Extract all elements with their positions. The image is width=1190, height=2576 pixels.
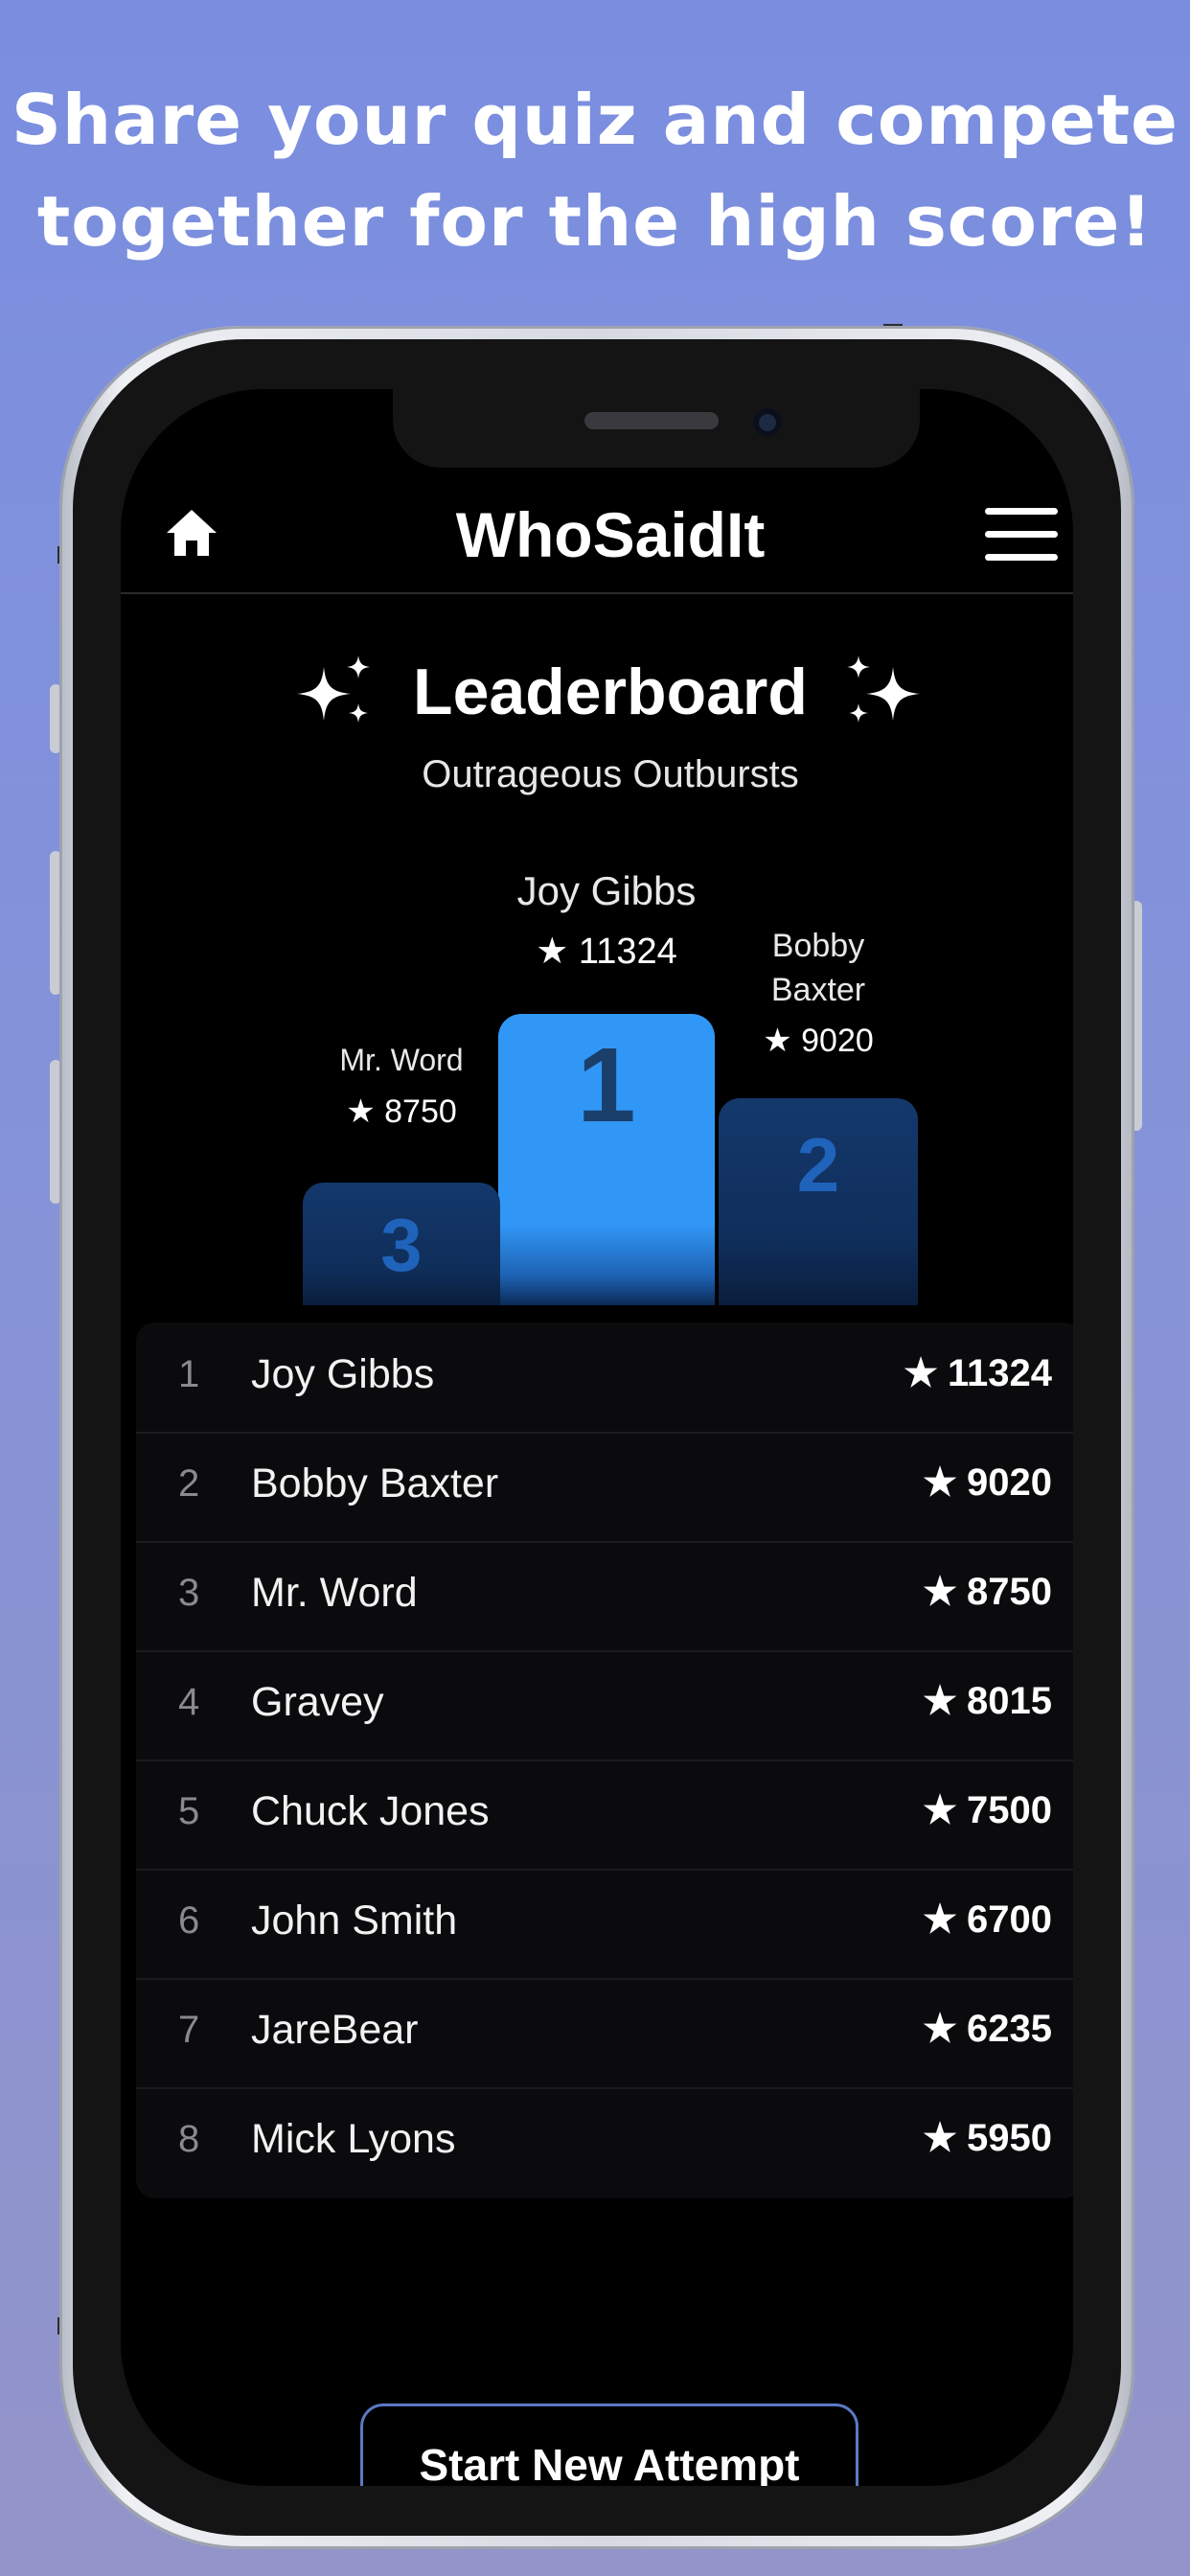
list-item[interactable]: 8 Mick Lyons ★ 5950 xyxy=(136,2087,1073,2196)
leaderboard-heading: Leaderboard xyxy=(121,650,1073,730)
podium-block-first: 1 xyxy=(498,1014,715,1305)
star-icon: ★ xyxy=(923,1898,958,1941)
player-name: John Smith xyxy=(251,1898,458,1944)
player-score: ★ 11324 xyxy=(904,1352,1052,1394)
star-icon: ★ xyxy=(923,2117,958,2159)
player-name: Gravey xyxy=(251,1679,384,1725)
hamburger-menu-icon[interactable] xyxy=(985,508,1058,562)
player-name: Joy Gibbs xyxy=(251,1351,435,1397)
sparkles-icon xyxy=(297,656,371,724)
star-icon: ★ xyxy=(923,1461,958,1504)
podium-second-name-line2: Baxter xyxy=(770,972,866,1008)
list-item[interactable]: 2 Bobby Baxter ★ 9020 xyxy=(136,1432,1073,1543)
player-name: Bobby Baxter xyxy=(251,1460,499,1506)
promo-line-2: together for the high score! xyxy=(36,181,1154,262)
rank-number: 1 xyxy=(178,1353,200,1395)
star-icon: ★ xyxy=(923,2008,958,2050)
front-camera xyxy=(753,408,782,437)
rank-number: 5 xyxy=(178,1790,200,1832)
app-header: WhoSaidIt xyxy=(121,473,1073,594)
quiz-name: Outrageous Outbursts xyxy=(422,753,799,795)
podium-block-second: 2 xyxy=(719,1098,918,1305)
rank-number: 2 xyxy=(178,1462,200,1505)
player-score: ★ 6235 xyxy=(923,2008,1052,2050)
star-icon: ★ xyxy=(923,1789,958,1831)
player-score: ★ 5950 xyxy=(923,2117,1052,2159)
player-score: ★ 9020 xyxy=(923,1461,1052,1504)
rank-number: 8 xyxy=(178,2118,200,2160)
list-item[interactable]: 4 Gravey ★ 8015 xyxy=(136,1650,1073,1761)
podium-second-score: ★ 9020 xyxy=(763,1023,874,1059)
phone-bezel: WhoSaidIt Leaderboard Outrageous Outburs… xyxy=(73,339,1121,2536)
star-icon: ★ xyxy=(923,1680,958,1722)
notch xyxy=(393,389,920,468)
rank-number: 7 xyxy=(178,2009,200,2051)
podium-third-score: ★ 8750 xyxy=(346,1093,457,1130)
podium-first-name: Joy Gibbs xyxy=(516,868,697,913)
rank-number: 3 xyxy=(178,1572,200,1614)
list-item[interactable]: 7 JareBear ★ 6235 xyxy=(136,1978,1073,2089)
star-icon: ★ xyxy=(923,1571,958,1613)
rank-number: 6 xyxy=(178,1899,200,1942)
promo-headline: Share your quiz and compete together for… xyxy=(0,69,1190,272)
player-name: JareBear xyxy=(251,2007,419,2053)
sparkles-icon xyxy=(846,656,920,724)
player-name: Chuck Jones xyxy=(251,1788,490,1834)
player-name: Mick Lyons xyxy=(251,2116,456,2162)
list-item[interactable]: 1 Joy Gibbs ★ 11324 xyxy=(136,1322,1073,1434)
rank-number: 4 xyxy=(178,1681,200,1723)
list-item[interactable]: 6 John Smith ★ 6700 xyxy=(136,1869,1073,1980)
rankings-list: 1 Joy Gibbs ★ 11324 2 Bobby Baxter ★ 9020 … xyxy=(136,1322,1073,2198)
start-new-attempt-button[interactable]: Start New Attempt xyxy=(360,2404,858,2486)
player-score: ★ 8750 xyxy=(923,1571,1052,1613)
app-screen: WhoSaidIt Leaderboard Outrageous Outburs… xyxy=(121,389,1073,2486)
app-title: WhoSaidIt xyxy=(455,499,766,570)
player-score: ★ 6700 xyxy=(923,1898,1052,1941)
podium-block-third: 3 xyxy=(303,1183,500,1305)
phone-frame: WhoSaidIt Leaderboard Outrageous Outburs… xyxy=(59,326,1134,2549)
promo-line-1: Share your quiz and compete xyxy=(11,80,1179,160)
earpiece-speaker xyxy=(584,412,719,429)
leaderboard-title: Leaderboard xyxy=(413,656,808,729)
player-score: ★ 8015 xyxy=(923,1680,1052,1722)
star-icon: ★ xyxy=(904,1352,938,1394)
podium-third-name: Mr. Word xyxy=(339,1043,464,1077)
podium-second-name-line1: Bobby xyxy=(771,928,865,964)
player-score: ★ 7500 xyxy=(923,1789,1052,1831)
player-name: Mr. Word xyxy=(251,1570,418,1616)
list-item[interactable]: 3 Mr. Word ★ 8750 xyxy=(136,1541,1073,1652)
list-item[interactable]: 5 Chuck Jones ★ 7500 xyxy=(136,1760,1073,1871)
